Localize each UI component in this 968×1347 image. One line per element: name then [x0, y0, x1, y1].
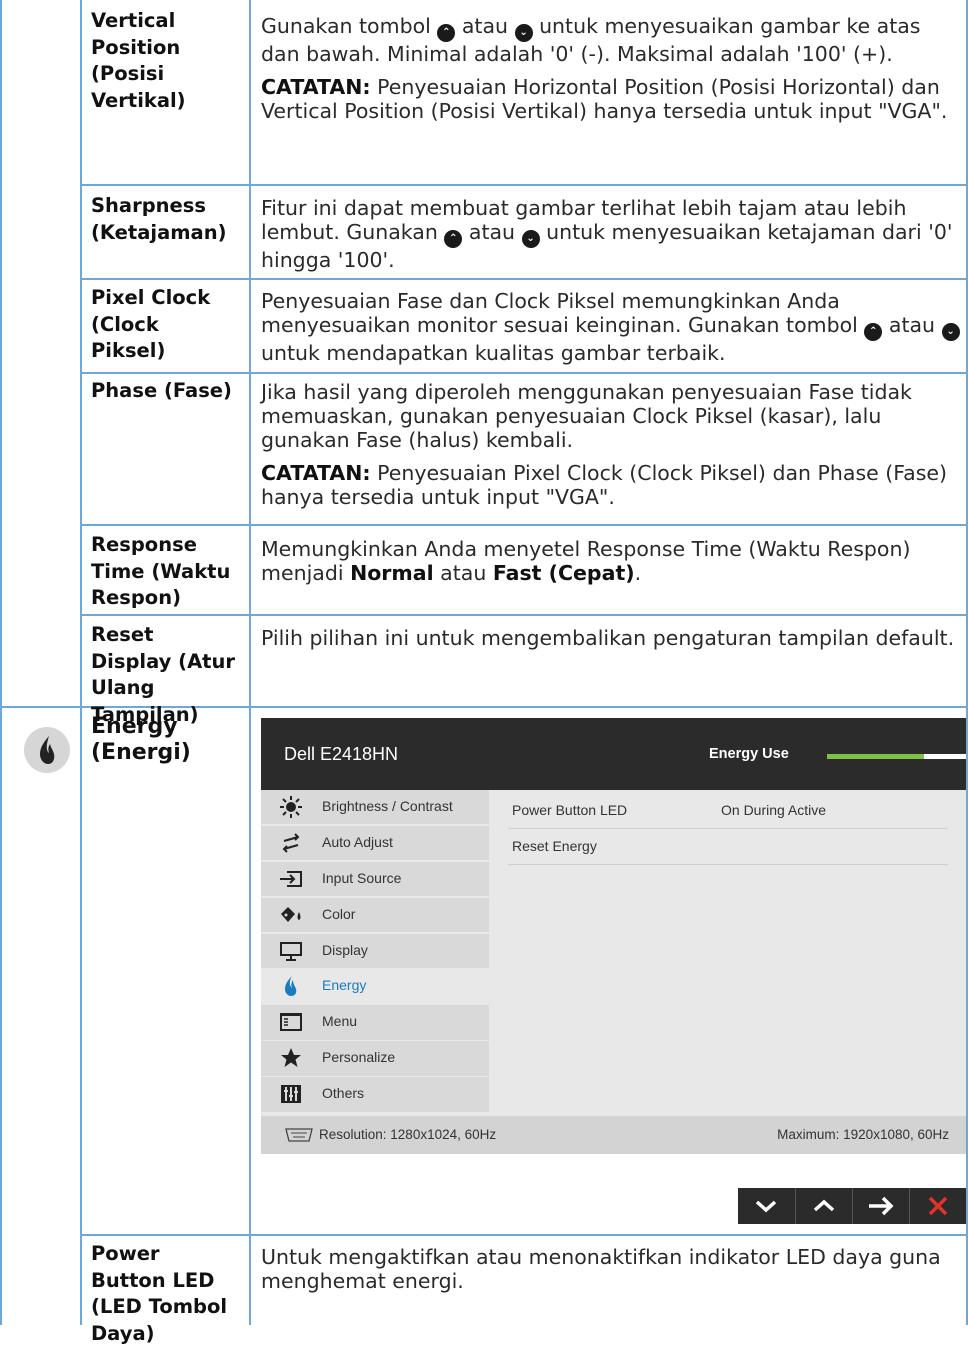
row-desc-phase: Jika hasil yang diperoleh menggunakan pe… [261, 380, 948, 509]
up-button-icon: ⌃ [437, 24, 456, 42]
others-icon [281, 1085, 301, 1104]
table-border-left [0, 0, 2, 1325]
energy-use-label: Energy Use [709, 746, 789, 762]
row-desc-vertical-position: Gunakan tombol ⌃ atau ⌄ untuk menyesuaik… [261, 14, 948, 123]
current-resolution: Resolution: 1280x1024, 60Hz [319, 1127, 497, 1142]
row-label-vertical-position: Vertical Position (Posisi Vertikal) [91, 9, 186, 112]
menu-item-display[interactable]: Display [261, 933, 489, 968]
up-button[interactable] [795, 1188, 852, 1224]
table-divider-icon-col [80, 0, 82, 1325]
energy-use-bar [827, 754, 966, 759]
row-desc-reset-display: Pilih pilihan ini untuk mengembalikan pe… [261, 626, 955, 650]
osd-status-bar: Resolution: 1280x1024, 60Hz Maximum: 192… [261, 1116, 966, 1154]
chevron-down-icon [755, 1200, 777, 1213]
row-divider [80, 1234, 968, 1236]
row-label-response-time: Response Time (Waktu Respon) [91, 533, 231, 609]
input-source-icon [280, 870, 302, 887]
row-divider [80, 184, 968, 186]
row-divider [80, 524, 968, 526]
row-label-phase: Phase (Fase) [91, 379, 232, 402]
osd-navigation-buttons [738, 1188, 966, 1224]
menu-icon [280, 1013, 302, 1032]
energy-icon [285, 976, 297, 997]
row-label-energy: Energy (Energi) [91, 714, 191, 765]
maximum-resolution: Maximum: 1920x1080, 60Hz [777, 1127, 949, 1142]
osd-main-menu: Brightness / Contrast Auto Adjust Input … [261, 790, 489, 1113]
down-button-icon: ⌄ [941, 323, 960, 341]
menu-item-color[interactable]: Color [261, 897, 489, 933]
menu-item-auto-adjust[interactable]: Auto Adjust [261, 825, 489, 861]
row-label-sharpness: Sharpness (Ketajaman) [91, 194, 227, 244]
menu-item-input-source[interactable]: Input Source [261, 861, 489, 897]
monitor-model: Dell E2418HN [284, 744, 399, 764]
menu-item-brightness-contrast[interactable]: Brightness / Contrast [261, 790, 489, 825]
submenu-item-power-button-led[interactable]: Power Button LED On During Active [508, 793, 948, 829]
enter-button[interactable] [852, 1188, 909, 1224]
row-desc-power-button-led: Untuk mengaktifkan atau menonaktifkan in… [261, 1245, 941, 1293]
row-desc-pixel-clock: Penyesuaian Fase dan Clock Piksel memung… [261, 289, 961, 365]
menu-item-energy[interactable]: Energy [261, 969, 489, 1004]
row-label-pixel-clock: Pixel Clock (Clock Piksel) [91, 286, 211, 362]
energy-section-icon [24, 727, 70, 773]
table-divider-label-col [249, 0, 251, 1325]
submenu-item-reset-energy[interactable]: Reset Energy [508, 829, 948, 865]
row-desc-sharpness: Fitur ini dapat membuat gambar terlihat … [261, 196, 953, 272]
row-label-power-button-led: Power Button LED (LED Tombol Daya) [91, 1242, 228, 1345]
menu-item-others[interactable]: Others [261, 1077, 489, 1112]
vga-connector-icon [285, 1128, 313, 1142]
row-divider [80, 278, 968, 280]
osd-submenu: Power Button LED On During Active Reset … [508, 793, 948, 865]
osd-header: Dell E2418HN Energy Use [261, 718, 966, 790]
menu-item-menu[interactable]: Menu [261, 1005, 489, 1040]
up-button-icon: ⌃ [864, 323, 883, 341]
energy-use-fill [827, 754, 925, 759]
auto-adjust-icon [282, 833, 300, 853]
row-label-reset-display: Reset Display (Atur Ulang Tampilan) [91, 623, 236, 726]
menu-item-personalize[interactable]: Personalize [261, 1041, 489, 1076]
arrow-right-icon [869, 1196, 894, 1216]
brightness-icon [280, 796, 302, 818]
color-icon [281, 906, 301, 922]
power-button-led-value: On During Active [721, 802, 827, 818]
display-icon [280, 941, 302, 961]
up-button-icon: ⌃ [444, 230, 463, 248]
down-button[interactable] [738, 1188, 794, 1224]
down-button-icon: ⌄ [514, 24, 533, 42]
exit-button[interactable] [909, 1188, 966, 1224]
osd-menu-screenshot: Dell E2418HN Energy Use Brightness / Con… [261, 718, 966, 1154]
chevron-up-icon [813, 1199, 835, 1212]
down-button-icon: ⌄ [521, 230, 540, 248]
star-icon [281, 1048, 301, 1068]
row-desc-response-time: Memungkinkan Anda menyetel Response Time… [261, 537, 911, 585]
row-divider [80, 614, 968, 616]
row-divider [80, 372, 968, 374]
close-icon [928, 1196, 948, 1216]
